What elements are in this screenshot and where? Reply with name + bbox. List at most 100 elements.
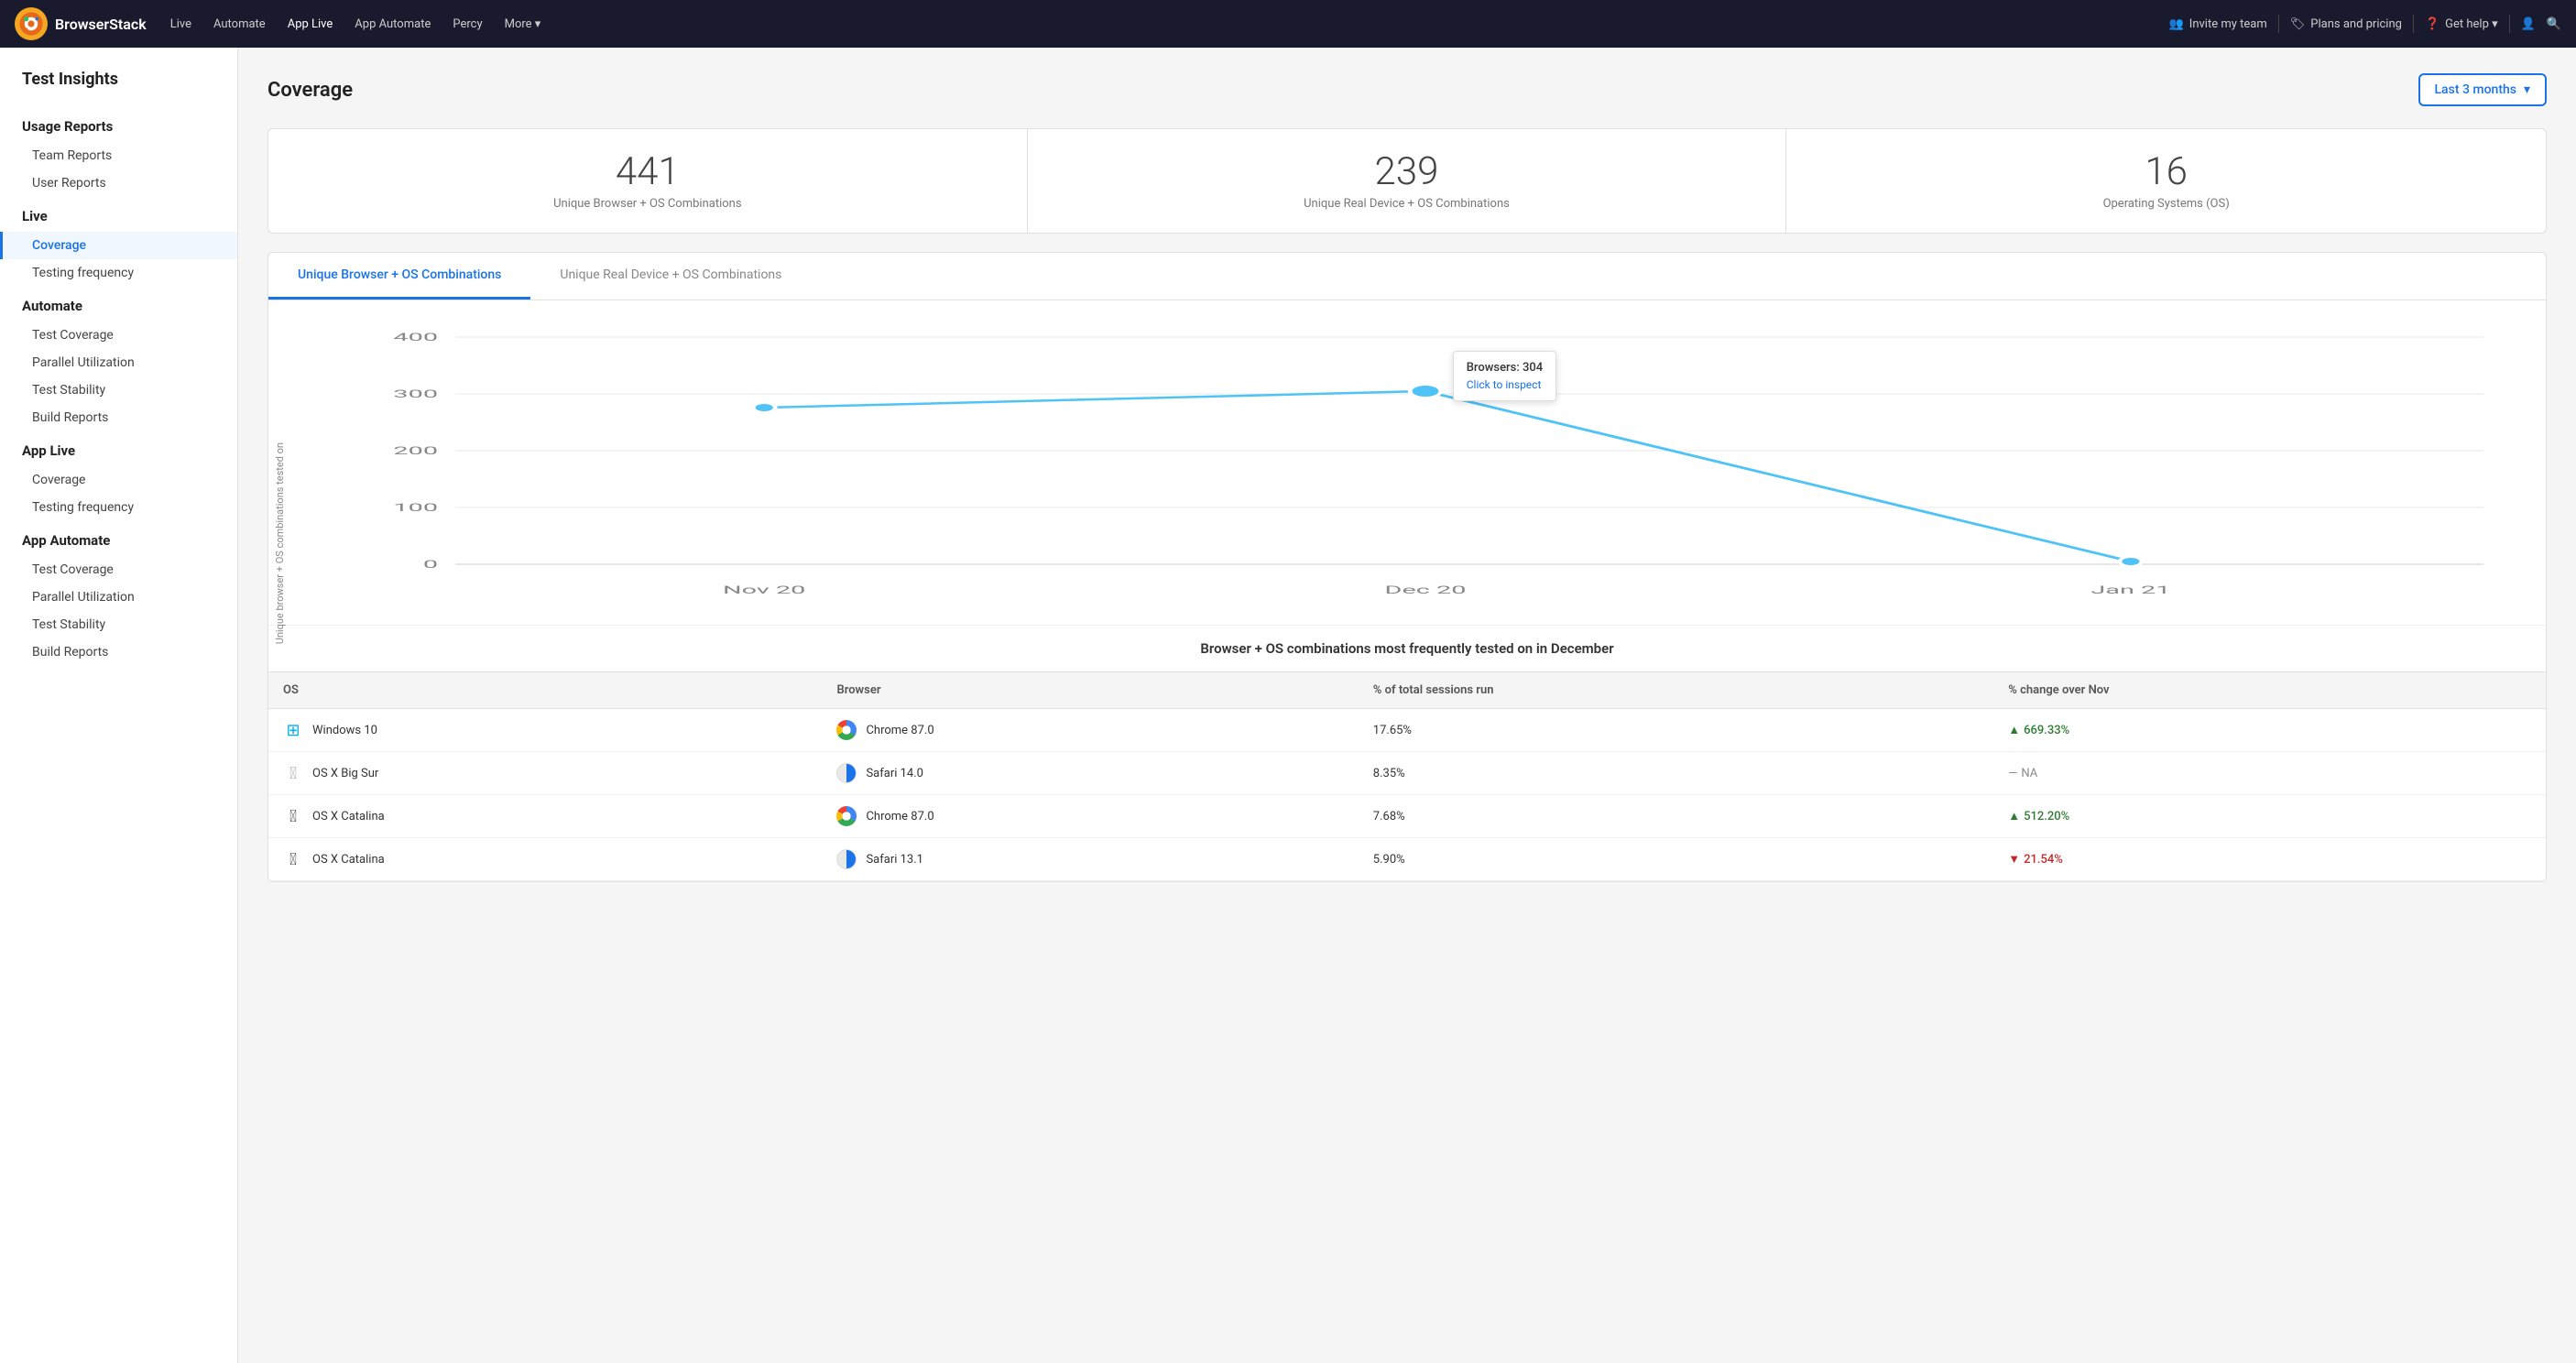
brand-logo[interactable]: BrowserStack (15, 7, 147, 40)
chart-tab-device-os[interactable]: Unique Real Device + OS Combinations (530, 253, 811, 300)
nav-divider-3 (2509, 15, 2510, 33)
cell-sessions: 7.68% (1359, 795, 1993, 838)
nav-percy[interactable]: Percy (443, 12, 491, 37)
safari-icon (836, 763, 857, 783)
main-content: Coverage Last 3 months ▾ 441 Unique Brow… (238, 48, 2576, 1363)
stat-number-browser-os: 441 (287, 151, 1009, 193)
stat-number-os: 16 (1805, 151, 2527, 193)
cell-os: ⊞ Windows 10 (268, 709, 822, 752)
cell-browser: Safari 14.0 (822, 752, 1358, 795)
table-row[interactable]:  OS X Catalina Safari 13.1 5.90% ▼ 21.5… (268, 838, 2546, 881)
sidebar-item-appautomate-parallel-utilization[interactable]: Parallel Utilization (0, 583, 237, 611)
arrow-up-icon: ▲ (2008, 809, 2020, 823)
os-name: OS X Catalina (312, 810, 385, 823)
cell-browser: Chrome 87.0 (822, 795, 1358, 838)
col-header-os: OS (268, 672, 822, 709)
chart-tooltip-inspect-link[interactable]: Click to inspect (1467, 378, 1543, 391)
nav-live[interactable]: Live (161, 12, 201, 37)
sidebar-item-automate-test-stability[interactable]: Test Stability (0, 376, 237, 404)
stat-number-device-os: 239 (1046, 151, 1768, 193)
nav-automate[interactable]: Automate (204, 12, 275, 37)
stat-label-browser-os: Unique Browser + OS Combinations (287, 197, 1009, 211)
change-positive: ▲ 512.20% (2008, 809, 2531, 823)
table-row[interactable]: ⊞ Windows 10 Chrome 87.0 17.65% ▲ 669.33… (268, 709, 2546, 752)
sidebar-title: Test Insights (0, 70, 237, 107)
cell-browser: Safari 13.1 (822, 838, 1358, 881)
windows-icon: ⊞ (283, 720, 303, 740)
cell-sessions: 5.90% (1359, 838, 1993, 881)
cell-os:  OS X Catalina (268, 795, 822, 838)
sidebar-item-automate-build-reports[interactable]: Build Reports (0, 404, 237, 431)
cell-change: ▲ 669.33% (1993, 709, 2546, 752)
sidebar-item-applive-testing-frequency[interactable]: Testing frequency (0, 494, 237, 521)
nav-app-automate[interactable]: App Automate (345, 12, 440, 37)
browser-name: Safari 13.1 (866, 853, 923, 867)
change-positive: ▲ 669.33% (2008, 723, 2531, 737)
sidebar: Test Insights Usage Reports Team Reports… (0, 48, 238, 1363)
col-header-change: % change over Nov (1993, 672, 2546, 709)
sidebar-item-applive-coverage[interactable]: Coverage (0, 466, 237, 494)
top-navigation: BrowserStack Live Automate App Live App … (0, 0, 2576, 48)
os-name: Windows 10 (312, 724, 377, 737)
cell-change: — NA (1993, 752, 2546, 795)
arrow-up-icon: ▲ (2008, 723, 2020, 737)
sidebar-item-live-testing-frequency[interactable]: Testing frequency (0, 259, 237, 287)
stat-card-browser-os: 441 Unique Browser + OS Combinations (268, 129, 1028, 233)
nav-divider-1 (2278, 15, 2279, 33)
table-row[interactable]:  OS X Catalina Chrome 87.0 7.68% ▲ 512.… (268, 795, 2546, 838)
date-filter-label: Last 3 months (2435, 82, 2516, 97)
chart-tabs: Unique Browser + OS Combinations Unique … (268, 253, 2546, 300)
sidebar-item-live-coverage[interactable]: Coverage (0, 232, 237, 259)
chart-tab-browser-os[interactable]: Unique Browser + OS Combinations (268, 253, 530, 300)
browser-name: Chrome 87.0 (866, 724, 933, 737)
sidebar-section-app-live: App Live (0, 431, 237, 466)
table-row[interactable]:  OS X Big Sur Safari 14.0 8.35% — NA (268, 752, 2546, 795)
sidebar-item-appautomate-test-coverage[interactable]: Test Coverage (0, 556, 237, 583)
user-icon: 👤 (2521, 17, 2536, 31)
stat-label-device-os: Unique Real Device + OS Combinations (1046, 197, 1768, 211)
chrome-icon (836, 806, 857, 826)
stat-label-os: Operating Systems (OS) (1805, 197, 2527, 211)
plans-pricing-button[interactable]: 🏷 Plans and pricing (2290, 17, 2402, 31)
col-header-sessions: % of total sessions run (1359, 672, 1993, 709)
nav-more[interactable]: More ▾ (496, 12, 551, 37)
nav-app-live[interactable]: App Live (278, 12, 343, 37)
invite-icon: 👥 (2169, 17, 2184, 31)
mac-icon:  (283, 849, 303, 869)
tag-icon: 🏷 (2290, 17, 2306, 31)
sidebar-item-appautomate-test-stability[interactable]: Test Stability (0, 611, 237, 638)
nav-divider-2 (2413, 15, 2414, 33)
help-icon: ❓ (2425, 17, 2440, 31)
y-axis-label: Unique browser + OS combinations tested … (274, 442, 286, 644)
main-layout: Test Insights Usage Reports Team Reports… (0, 48, 2576, 1363)
svg-text:0: 0 (423, 558, 438, 571)
stat-cards: 441 Unique Browser + OS Combinations 239… (267, 128, 2547, 234)
search-button[interactable]: 🔍 (2547, 17, 2561, 31)
table-section-title: Browser + OS combinations most frequentl… (268, 625, 2546, 671)
coverage-table: OS Browser % of total sessions run % cha… (268, 671, 2546, 881)
sidebar-item-team-reports[interactable]: Team Reports (0, 142, 237, 169)
svg-text:Dec 20: Dec 20 (1385, 583, 1467, 596)
sidebar-section-automate: Automate (0, 287, 237, 322)
os-name: OS X Catalina (312, 853, 385, 867)
date-filter-dropdown[interactable]: Last 3 months ▾ (2418, 73, 2548, 106)
chevron-down-icon: ▾ (2524, 82, 2530, 97)
sidebar-item-user-reports[interactable]: User Reports (0, 169, 237, 197)
sidebar-section-live: Live (0, 197, 237, 232)
chart-area: Unique browser + OS combinations tested … (268, 300, 2546, 625)
sidebar-item-automate-parallel-utilization[interactable]: Parallel Utilization (0, 349, 237, 376)
browser-name: Chrome 87.0 (866, 810, 933, 823)
help-button[interactable]: ❓ Get help ▾ (2425, 17, 2498, 31)
cell-os:  OS X Big Sur (268, 752, 822, 795)
chrome-icon (836, 720, 857, 740)
stat-card-os: 16 Operating Systems (OS) (1786, 129, 2546, 233)
sidebar-item-appautomate-build-reports[interactable]: Build Reports (0, 638, 237, 666)
svg-text:300: 300 (393, 387, 438, 400)
cell-sessions: 17.65% (1359, 709, 1993, 752)
sidebar-item-automate-test-coverage[interactable]: Test Coverage (0, 322, 237, 349)
os-name: OS X Big Sur (312, 767, 378, 780)
user-profile-button[interactable]: 👤 (2521, 17, 2536, 31)
invite-team-button[interactable]: 👥 Invite my team (2169, 17, 2267, 31)
stat-card-device-os: 239 Unique Real Device + OS Combinations (1028, 129, 1787, 233)
browser-name: Safari 14.0 (866, 767, 923, 780)
